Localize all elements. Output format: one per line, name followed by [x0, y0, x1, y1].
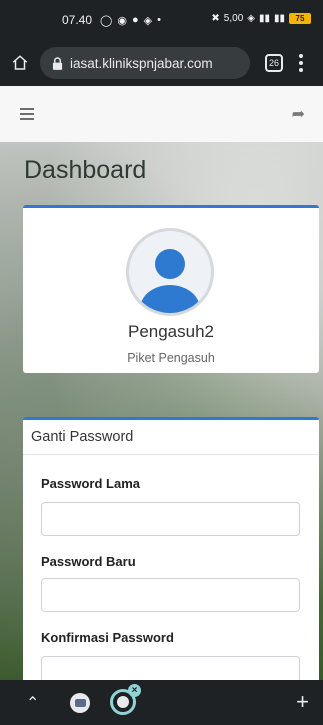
top-navbar: ➦: [0, 86, 323, 142]
old-password-input[interactable]: [41, 502, 300, 536]
confirm-password-label: Konfirmasi Password: [41, 630, 174, 645]
battery-icon: 75: [289, 13, 311, 24]
confirm-password-input[interactable]: [41, 656, 300, 680]
status-right: ✖ 5,00 ◈ ▮▮ ▮▮ 75: [211, 13, 311, 24]
new-password-label: Password Baru: [41, 554, 136, 569]
status-time: 07.40: [62, 13, 93, 27]
profile-name: Pengasuh2: [127, 322, 215, 341]
bottom-bar: ⌃ × +: [0, 680, 323, 725]
home-button[interactable]: [0, 54, 40, 72]
old-password-label: Password Lama: [41, 476, 140, 491]
url-text: iasat.klinikspnjabar.com: [70, 55, 213, 71]
plus-icon[interactable]: +: [296, 689, 309, 715]
lock-icon: [52, 56, 63, 70]
card-header: Ganti Password: [23, 420, 319, 455]
chat-app-icon[interactable]: [70, 693, 90, 713]
mute-icon: ✖: [211, 13, 220, 24]
avatar: [126, 228, 214, 316]
browser-toolbar: iasat.klinikspnjabar.com 26: [0, 40, 323, 86]
tab-switcher-button[interactable]: 26: [265, 54, 283, 72]
url-bar[interactable]: iasat.klinikspnjabar.com: [40, 47, 250, 79]
profile-card: Pengasuh2 Piket Pengasuh: [23, 205, 319, 373]
home-icon: [12, 55, 28, 70]
change-password-card: Ganti Password Password Lama Password Ba…: [23, 417, 319, 680]
more-vert-icon[interactable]: [299, 54, 303, 72]
signal-icon: ▮▮: [258, 13, 270, 24]
network-speed: 5,00: [223, 13, 244, 24]
chevron-up-icon[interactable]: ⌃: [26, 693, 39, 713]
signal-icon-2: ▮▮: [273, 13, 285, 24]
status-bar: 07.40 ◯ ◉ ● ◈ • ✖ 5,00 ◈ ▮▮ ▮▮ 75: [0, 0, 323, 40]
hamburger-icon[interactable]: [20, 108, 34, 120]
new-password-input[interactable]: [41, 578, 300, 612]
whatsapp-icon: ◯: [100, 14, 113, 27]
notification-icon: ◉: [117, 14, 127, 27]
close-badge-icon[interactable]: ×: [128, 684, 141, 697]
page-title: Dashboard: [24, 156, 147, 184]
user-icon: [140, 249, 200, 313]
share-icon[interactable]: ➦: [292, 104, 305, 124]
page-content: ➦ Dashboard Pengasuh2 Piket Pengasuh Gan…: [0, 86, 323, 680]
ad-icon: ◈: [143, 14, 153, 27]
profile-role: Piket Pengasuh: [127, 351, 215, 365]
app-notification-icon: ●: [131, 14, 139, 26]
dot-icon: •: [157, 14, 161, 26]
wifi-icon: ◈: [247, 13, 255, 24]
